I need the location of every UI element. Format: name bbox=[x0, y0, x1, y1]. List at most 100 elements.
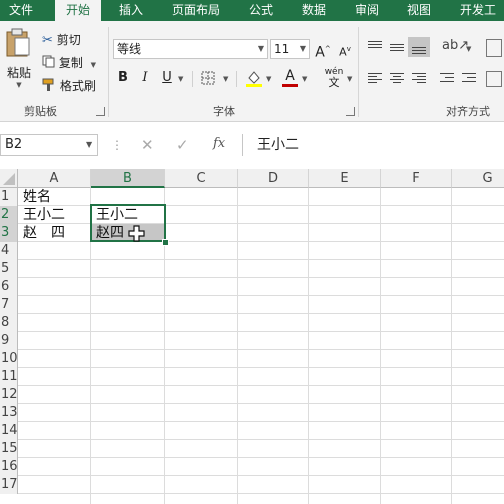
row-header[interactable]: 13 bbox=[0, 404, 18, 422]
column-header-a[interactable]: A bbox=[18, 169, 91, 188]
tab-file[interactable]: 文件 bbox=[0, 0, 42, 21]
top-align-icon[interactable] bbox=[368, 41, 382, 53]
align-left-icon[interactable] bbox=[368, 73, 382, 85]
wrap-text-icon[interactable] bbox=[486, 39, 502, 57]
align-center-icon[interactable] bbox=[390, 73, 404, 85]
cursor-cross-icon bbox=[128, 225, 146, 246]
font-size-combo[interactable]: 11 ▼ bbox=[270, 39, 310, 59]
middle-align-icon[interactable] bbox=[390, 41, 404, 53]
insert-function-icon[interactable]: fx bbox=[213, 136, 225, 151]
grow-font-button[interactable]: A^ bbox=[314, 40, 332, 61]
orientation-dropdown-icon[interactable]: ▼ bbox=[466, 45, 471, 53]
font-group-label: 字体 bbox=[213, 105, 235, 118]
row-header[interactable]: 10 bbox=[0, 350, 18, 368]
alignment-group-label: 对齐方式 bbox=[446, 105, 490, 118]
row-header[interactable]: 3 bbox=[0, 224, 18, 242]
shrink-font-icon: A bbox=[339, 45, 347, 59]
row-header[interactable]: 9 bbox=[0, 332, 18, 350]
paste-label: 粘贴 bbox=[6, 66, 31, 80]
cancel-icon[interactable]: ✕ bbox=[141, 136, 154, 154]
column-header-g[interactable]: G bbox=[452, 169, 504, 188]
border-dropdown-icon[interactable]: ▼ bbox=[223, 75, 228, 83]
formula-input[interactable]: 王小二 bbox=[242, 134, 504, 156]
formula-content: 王小二 bbox=[257, 137, 299, 153]
tab-review[interactable]: 审阅 bbox=[346, 0, 388, 21]
row-header[interactable]: 7 bbox=[0, 296, 18, 314]
shrink-font-button[interactable]: Av bbox=[336, 40, 354, 59]
cell-a3[interactable]: 赵 四 bbox=[19, 224, 91, 242]
merge-center-icon[interactable] bbox=[486, 71, 502, 87]
row-header[interactable]: 1 bbox=[0, 188, 18, 206]
font-name-combo[interactable]: 等线 ▼ bbox=[113, 39, 268, 59]
gridline bbox=[308, 188, 309, 504]
italic-button[interactable]: I bbox=[136, 69, 154, 87]
enter-icon[interactable]: ✓ bbox=[176, 136, 189, 154]
row-header[interactable]: 5 bbox=[0, 260, 18, 278]
format-painter-button[interactable]: 格式刷 bbox=[42, 77, 96, 95]
column-header-f[interactable]: F bbox=[381, 169, 452, 188]
row-header[interactable]: 17 bbox=[0, 476, 18, 494]
font-size-value: 11 bbox=[274, 42, 290, 56]
separator bbox=[192, 71, 193, 87]
phonetic-button[interactable]: wén 文 bbox=[322, 67, 346, 89]
font-name-value: 等线 bbox=[117, 42, 142, 56]
tab-insert[interactable]: 插入 bbox=[109, 0, 153, 21]
tab-data[interactable]: 数据 bbox=[293, 0, 335, 21]
row-header[interactable]: 8 bbox=[0, 314, 18, 332]
column-header-e[interactable]: E bbox=[309, 169, 381, 188]
gridline bbox=[237, 188, 238, 504]
fill-color-dropdown-icon[interactable]: ▼ bbox=[266, 75, 271, 83]
row-header[interactable]: 2 bbox=[0, 206, 18, 224]
name-box[interactable]: B2 bbox=[0, 134, 98, 156]
font-color-swatch bbox=[282, 84, 298, 87]
row-header[interactable]: 16 bbox=[0, 458, 18, 476]
tab-developer[interactable]: 开发工 bbox=[452, 0, 504, 21]
bottom-align-button[interactable] bbox=[408, 37, 430, 57]
phonetic-dropdown-icon[interactable]: ▼ bbox=[347, 75, 352, 83]
paint-bucket-icon bbox=[246, 71, 262, 87]
fill-color-button[interactable] bbox=[245, 69, 263, 90]
paste-icon bbox=[6, 28, 30, 57]
column-header-b[interactable]: B bbox=[91, 169, 165, 188]
column-header-c[interactable]: C bbox=[165, 169, 238, 188]
row-header[interactable]: 15 bbox=[0, 440, 18, 458]
column-header-d[interactable]: D bbox=[238, 169, 309, 188]
cut-button[interactable]: ✂ 剪切 bbox=[42, 31, 81, 49]
font-launcher-icon[interactable] bbox=[346, 107, 355, 116]
row-header[interactable]: 11 bbox=[0, 368, 18, 386]
row-header[interactable]: 4 bbox=[0, 242, 18, 260]
underline-dropdown-icon[interactable]: ▼ bbox=[178, 75, 183, 83]
chevron-down-icon: ▼ bbox=[299, 44, 306, 53]
paste-button[interactable]: 粘贴 ▼ bbox=[4, 27, 34, 93]
font-color-button[interactable]: A bbox=[281, 69, 299, 89]
tab-home[interactable]: 开始 bbox=[55, 0, 101, 21]
align-right-icon[interactable] bbox=[412, 73, 426, 85]
border-button[interactable] bbox=[201, 71, 215, 88]
row-header[interactable]: 12 bbox=[0, 386, 18, 404]
copy-button[interactable]: 复制 ▼ bbox=[42, 54, 96, 72]
cell-a1[interactable]: 姓名 bbox=[19, 188, 91, 206]
ribbon-divider bbox=[358, 27, 359, 117]
format-painter-icon bbox=[42, 78, 56, 96]
tab-view[interactable]: 视图 bbox=[398, 0, 440, 21]
phonetic-bottom: 文 bbox=[328, 76, 340, 89]
cell-a2[interactable]: 王小二 bbox=[19, 206, 91, 224]
decrease-indent-icon[interactable] bbox=[440, 73, 454, 85]
copy-dropdown-icon[interactable]: ▼ bbox=[91, 61, 96, 69]
font-color-dropdown-icon[interactable]: ▼ bbox=[302, 75, 307, 83]
increase-indent-icon[interactable] bbox=[462, 73, 476, 85]
tab-page-layout[interactable]: 页面布局 bbox=[165, 0, 227, 21]
row-header[interactable]: 6 bbox=[0, 278, 18, 296]
worksheet-grid[interactable]: A B C D E F G 1 2 3 4 5 6 7 8 9 10 11 12… bbox=[0, 169, 504, 504]
gridline bbox=[451, 188, 452, 504]
tab-formulas[interactable]: 公式 bbox=[240, 0, 282, 21]
select-all-button[interactable] bbox=[0, 169, 18, 188]
paste-dropdown-icon: ▼ bbox=[16, 81, 22, 89]
fill-handle[interactable] bbox=[162, 239, 169, 246]
scissors-icon: ✂ bbox=[42, 32, 53, 48]
clipboard-launcher-icon[interactable] bbox=[96, 107, 105, 116]
name-box-dropdown-icon[interactable]: ▼ bbox=[86, 140, 92, 149]
row-header[interactable]: 14 bbox=[0, 422, 18, 440]
bold-button[interactable]: B bbox=[114, 69, 132, 87]
underline-button[interactable]: U bbox=[158, 69, 176, 87]
